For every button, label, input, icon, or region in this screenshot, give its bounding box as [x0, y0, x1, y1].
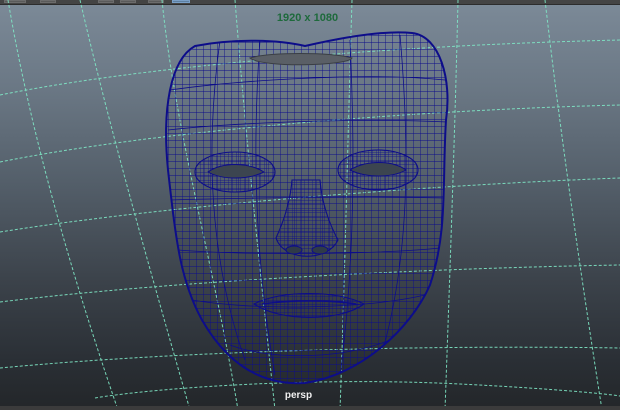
- face-mesh-wireframe[interactable]: [0, 0, 620, 410]
- right-eye: [337, 149, 419, 191]
- head-top-opening: [248, 53, 353, 66]
- resolution-gate-label: 1920 x 1080: [276, 12, 339, 24]
- left-eye: [194, 151, 276, 193]
- perspective-viewport[interactable]: 1920 x 1080 persp: [0, 0, 620, 410]
- camera-name-label: persp: [284, 390, 313, 401]
- viewport-bottom-border: [0, 406, 620, 410]
